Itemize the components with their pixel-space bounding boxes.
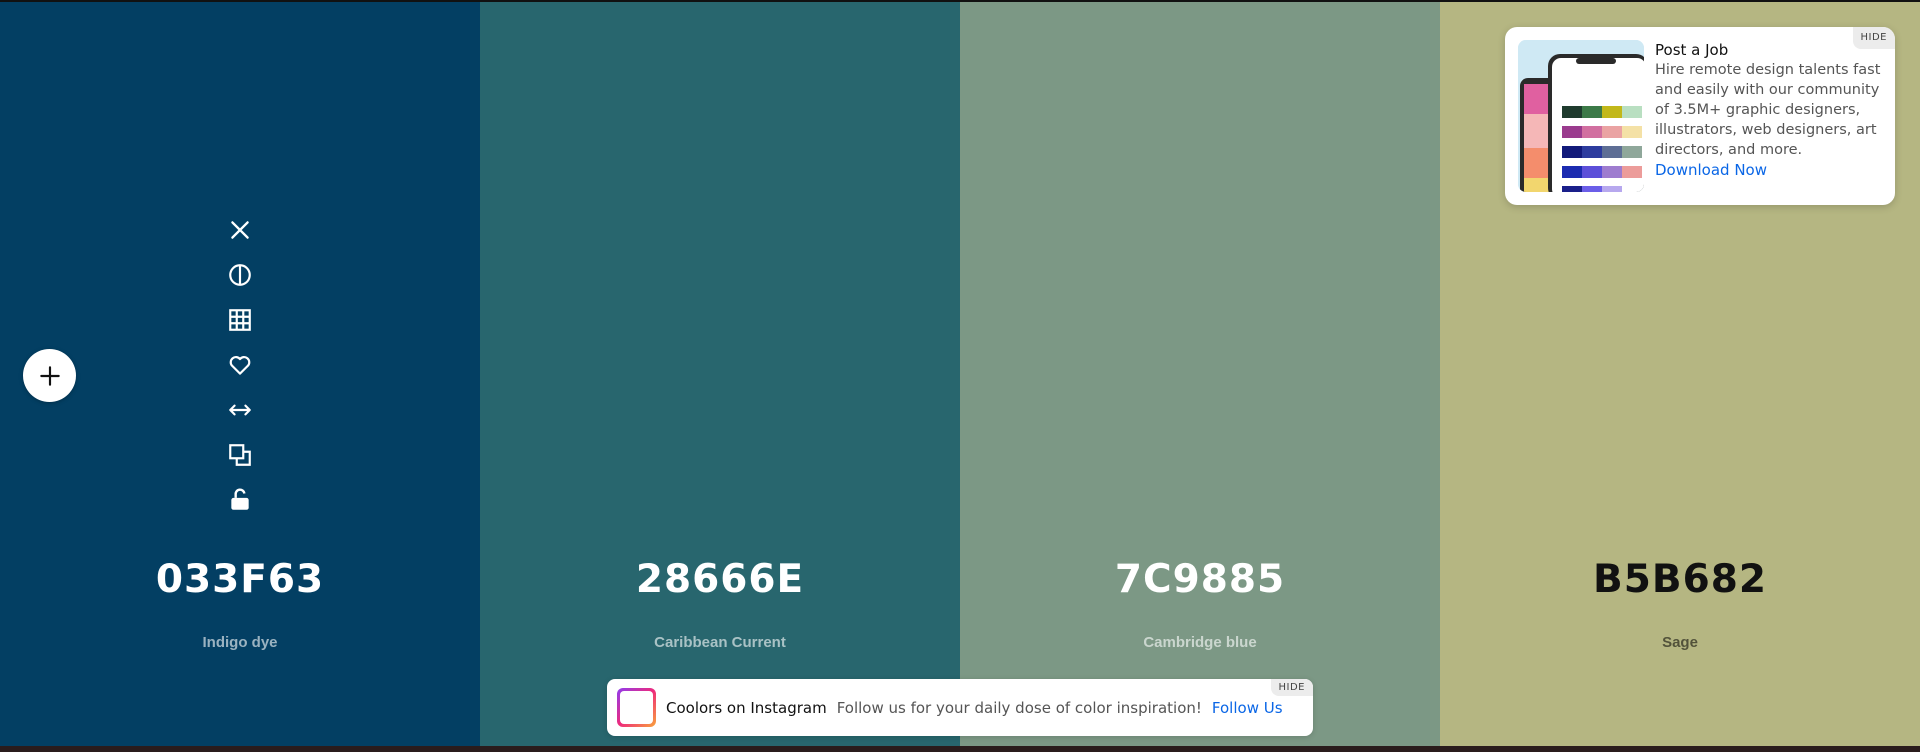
bottom-strip	[0, 746, 1920, 752]
grid-icon	[229, 308, 251, 331]
instagram-logo	[617, 688, 656, 727]
close-icon	[231, 220, 249, 239]
copy-icon	[229, 443, 251, 466]
ad-hide-button[interactable]: HIDE	[1852, 27, 1895, 49]
ad-download-link[interactable]: Download Now	[1655, 160, 1885, 180]
color-hex-code[interactable]: 7C9885	[960, 557, 1440, 602]
color-name: Sage	[1662, 634, 1698, 651]
instagram-banner: Coolors on Instagram Follow us for your …	[607, 679, 1313, 736]
color-name: Cambridge blue	[1143, 634, 1257, 651]
swatch-toolbar	[220, 207, 260, 522]
color-swatch-3[interactable]: 7C9885 Cambridge blue	[960, 2, 1440, 746]
contrast-icon	[229, 263, 251, 286]
save-color-button[interactable]	[220, 342, 260, 387]
drag-button[interactable]	[220, 387, 260, 432]
ad-description: Hire remote design talents fast and easi…	[1655, 62, 1881, 158]
color-name: Indigo dye	[202, 634, 278, 651]
remove-color-button[interactable]	[220, 207, 260, 252]
shades-button[interactable]	[220, 252, 260, 297]
ad-card: Post a Job Hire remote design talents fa…	[1505, 27, 1895, 205]
instagram-description: Follow us for your daily dose of color i…	[836, 698, 1202, 717]
drag-arrows-icon	[229, 404, 251, 415]
ad-title: Post a Job	[1655, 41, 1729, 59]
instagram-follow-link[interactable]: Follow Us	[1212, 699, 1283, 717]
plus-icon	[39, 365, 60, 386]
ad-app-screenshot	[1518, 40, 1644, 192]
color-name: Caribbean Current	[654, 634, 786, 651]
unlock-icon	[231, 488, 249, 510]
copy-color-button[interactable]	[220, 432, 260, 477]
add-color-button[interactable]	[23, 349, 76, 402]
view-shades-grid-button[interactable]	[220, 297, 260, 342]
lock-color-button[interactable]	[220, 477, 260, 522]
heart-icon	[229, 355, 251, 375]
color-hex-code[interactable]: 28666E	[480, 557, 960, 602]
instagram-hide-button[interactable]: HIDE	[1270, 679, 1313, 696]
instagram-title: Coolors on Instagram	[666, 698, 827, 717]
color-swatch-2[interactable]: 28666E Caribbean Current	[480, 2, 960, 746]
color-hex-code[interactable]: 033F63	[0, 557, 480, 602]
color-hex-code[interactable]: B5B682	[1440, 557, 1920, 602]
